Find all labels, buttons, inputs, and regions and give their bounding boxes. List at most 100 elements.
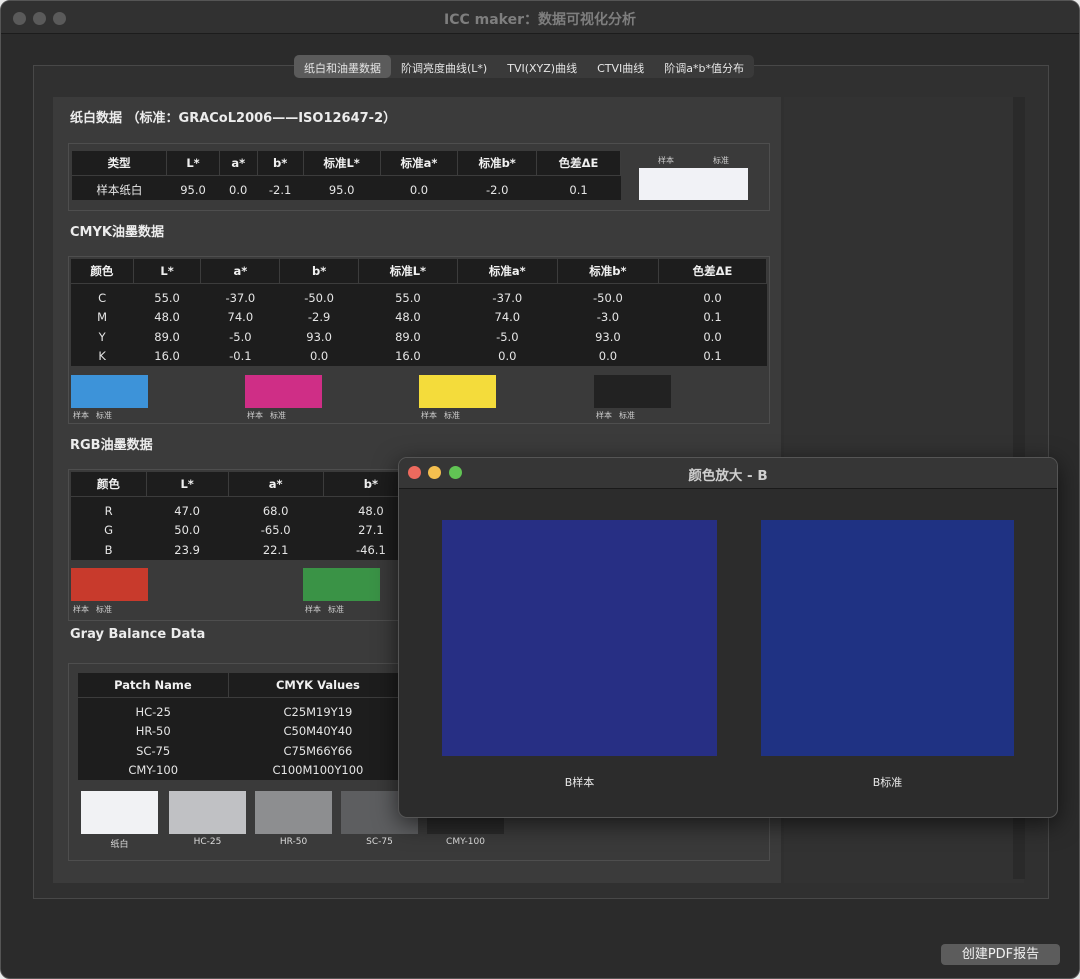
- table-cell: -37.0: [225, 290, 256, 305]
- rgb-color-swatch[interactable]: [71, 568, 148, 601]
- table-cell: K: [98, 349, 106, 364]
- table-row: Y 89.0 -5.0 93.0 89.0 -5.0 93.0 0.0: [71, 327, 767, 347]
- gray-color-swatch[interactable]: [169, 791, 246, 834]
- table-row: CMY-100 C100M100Y100: [78, 761, 408, 781]
- table-cell: 55.0: [395, 290, 421, 305]
- rgb-table: 颜色 L* a* b* R 47.0 68.0 48.0 G 50.0 -65.0 27.1 B 23.…: [71, 472, 420, 560]
- tab-tone-lightness[interactable]: 阶调亮度曲线(L*): [391, 55, 497, 78]
- column-header: a*: [200, 259, 281, 284]
- table-cell: -65.0: [260, 523, 291, 538]
- swatch-sample-label: 样本: [247, 411, 263, 420]
- table-cell: 68.0: [262, 503, 289, 518]
- gray-color-swatch[interactable]: [255, 791, 332, 834]
- table-cell: C75M66Y66: [283, 743, 353, 758]
- table-row: M 48.0 74.0 -2.9 48.0 74.0 -3.0 0.1: [71, 308, 767, 328]
- table-cell: 样本纸白: [96, 182, 143, 197]
- sample-label: B样本: [564, 776, 595, 789]
- table-cell: -3.0: [596, 310, 620, 325]
- table-cell: CMY-100: [128, 763, 179, 778]
- gray-swatch-label: HC-25: [193, 837, 222, 847]
- column-header: 颜色: [71, 259, 134, 284]
- window-title: ICC maker：数据可视化分析: [443, 12, 636, 28]
- table-cell: C50M40Y40: [283, 724, 353, 739]
- swatch-sample-label: 样本: [596, 411, 612, 420]
- table-cell: B: [104, 542, 113, 557]
- gray-color-swatch[interactable]: [81, 791, 158, 834]
- swatch-standard-label: 标准: [96, 605, 112, 614]
- table-cell: HC-25: [135, 704, 171, 719]
- table-row: C 55.0 -37.0 -50.0 55.0 -37.0 -50.0 0.0: [71, 284, 767, 308]
- table-cell: 0.1: [703, 349, 722, 364]
- tab-bar: 纸白和油墨数据 阶调亮度曲线(L*) TVI(XYZ)曲线 CTVI曲线 阶调a…: [294, 55, 754, 78]
- tab-ctvi[interactable]: CTVI曲线: [587, 55, 654, 78]
- table-cell: 95.0: [180, 182, 206, 197]
- column-header: a*: [228, 472, 324, 497]
- table-cell: 50.0: [174, 523, 200, 538]
- table-row: HC-25 C25M19Y19: [78, 698, 408, 722]
- table-cell: 48.0: [154, 310, 180, 325]
- table-cell: -2.0: [485, 182, 509, 197]
- table-row: G 50.0 -65.0 27.1: [71, 521, 419, 541]
- paper-standard-label: 标准: [713, 156, 729, 165]
- gray-heading: Gray Balance Data: [70, 627, 206, 642]
- table-cell: Y: [98, 329, 106, 344]
- gray-swatch-label: 纸白: [110, 840, 129, 850]
- rgb-heading: RGB油墨数据: [70, 438, 153, 453]
- popup-title-bar: 颜色放大 - B: [399, 458, 1057, 489]
- cmyk-color-swatch[interactable]: [419, 375, 496, 408]
- cmyk-color-swatch[interactable]: [71, 375, 148, 408]
- cmyk-color-swatch[interactable]: [594, 375, 671, 408]
- table-cell: 16.0: [395, 349, 421, 364]
- tab-tvi-xyz[interactable]: TVI(XYZ)曲线: [497, 55, 587, 78]
- column-header: a*: [219, 151, 258, 176]
- gray-swatch-label: SC-75: [366, 837, 393, 847]
- column-header: 标准L*: [303, 151, 381, 176]
- table-cell: -2.9: [307, 310, 331, 325]
- standard-label: B标准: [872, 776, 903, 789]
- table-cell: -50.0: [593, 290, 623, 305]
- swatch-standard-label: 标准: [328, 605, 344, 614]
- table-cell: 55.0: [154, 290, 180, 305]
- paper-heading: 纸白数据 （标准：GRACoL2006——ISO12647-2）: [70, 111, 397, 126]
- cmyk-table: 颜色 L* a* b* 标准L* 标准a* 标准b* 色差ΔE C 55.0 -37.0 -50.0…: [71, 259, 767, 366]
- paper-color-swatch[interactable]: [639, 168, 748, 200]
- table-cell: C100M100Y100: [272, 763, 364, 778]
- tab-paper-ink[interactable]: 纸白和油墨数据: [294, 55, 391, 78]
- table-cell: 93.0: [306, 329, 332, 344]
- column-header: 标准b*: [457, 151, 538, 176]
- table-cell: 0.0: [498, 349, 517, 364]
- table-cell: C25M19Y19: [283, 704, 353, 719]
- column-header: L*: [146, 472, 229, 497]
- title-bar: ICC maker：数据可视化分析: [1, 1, 1079, 34]
- column-header: b*: [279, 259, 359, 284]
- column-header: 色差ΔE: [536, 151, 621, 176]
- rgb-color-swatch[interactable]: [303, 568, 380, 601]
- table-cell: G: [104, 523, 114, 538]
- table-cell: -50.0: [304, 290, 334, 305]
- table-cell: 0.1: [569, 182, 588, 197]
- column-header: Patch Name: [78, 673, 229, 698]
- table-cell: 23.9: [174, 542, 200, 557]
- column-header: 颜色: [71, 472, 147, 497]
- table-cell: 48.0: [395, 310, 421, 325]
- paper-table: 类型 L* a* b* 标准L* 标准a* 标准b* 色差ΔE 样本纸白 95.0 0.0 -2.1…: [72, 151, 621, 200]
- paper-sample-label: 样本: [658, 156, 674, 165]
- table-cell: 22.1: [262, 542, 289, 557]
- column-header: 标准L*: [358, 259, 458, 284]
- swatch-sample-label: 样本: [73, 605, 89, 614]
- table-row: HR-50 C50M40Y40: [78, 722, 408, 742]
- swatch-standard-label: 标准: [96, 411, 112, 420]
- swatch-standard-label: 标准: [619, 411, 635, 420]
- table-cell: 95.0: [328, 182, 355, 197]
- table-cell: -37.0: [492, 290, 523, 305]
- cmyk-color-swatch[interactable]: [245, 375, 322, 408]
- create-pdf-button[interactable]: 创建PDF报告: [941, 944, 1060, 965]
- table-cell: 0.1: [703, 310, 722, 325]
- swatch-sample-label: 样本: [305, 605, 321, 614]
- swatch-sample-label: 样本: [421, 411, 437, 420]
- table-cell: 16.0: [154, 349, 180, 364]
- color-zoom-window: 颜色放大 - B B样本 B标准: [398, 457, 1058, 818]
- swatch-standard-label: 标准: [270, 411, 286, 420]
- tab-ab-distribution[interactable]: 阶调a*b*值分布: [654, 55, 754, 78]
- table-cell: M: [97, 310, 108, 325]
